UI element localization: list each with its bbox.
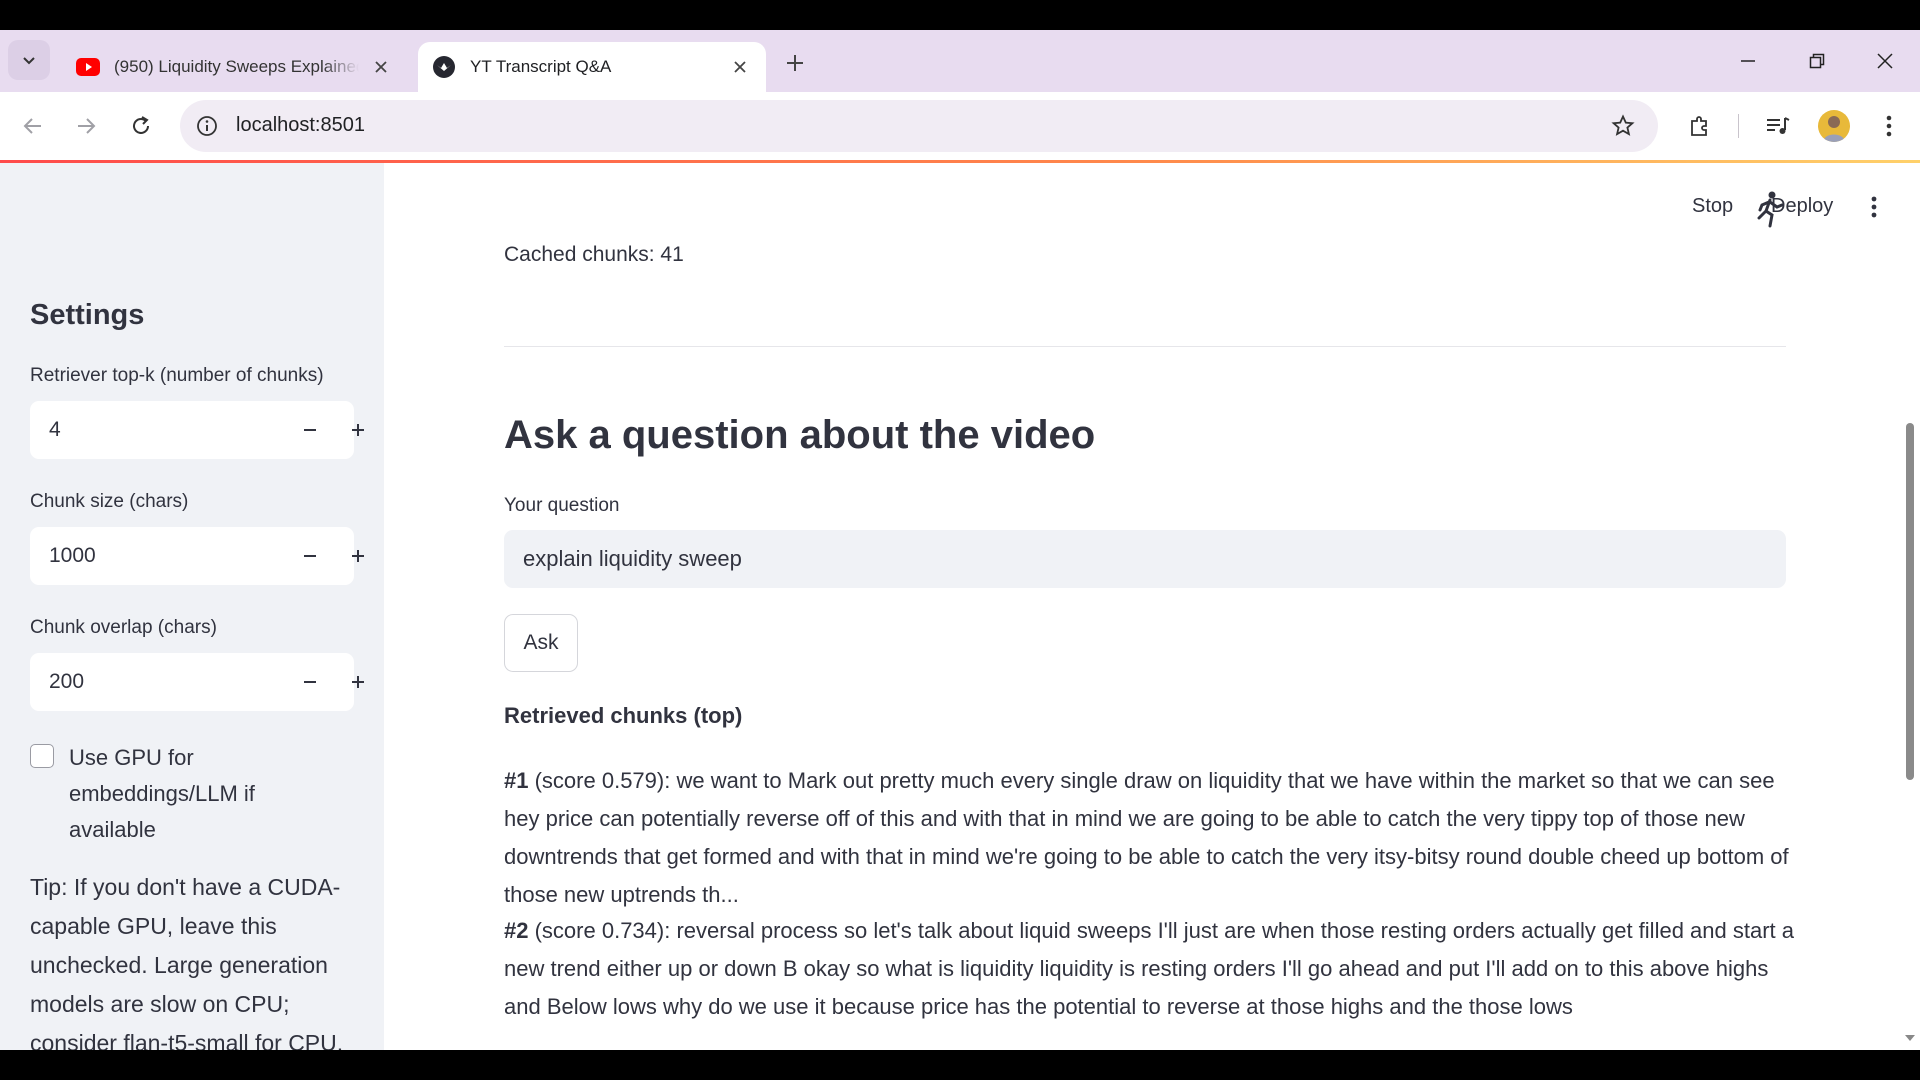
chunk-size-number-input[interactable]: 1000 xyxy=(30,527,364,585)
chunk-text: reversal process so let's talk about liq… xyxy=(504,918,1794,1019)
sidebar-tip: Tip: If you don't have a CUDA-capable GP… xyxy=(30,874,344,1050)
reload-icon xyxy=(133,116,149,134)
chunk-overlap-value[interactable]: 200 xyxy=(49,670,84,694)
restore-button[interactable] xyxy=(1797,44,1837,78)
plus-icon xyxy=(352,424,364,436)
minimize-icon xyxy=(1741,60,1755,62)
chunk-text: we want to Mark out pretty much every si… xyxy=(504,768,1789,907)
address-bar[interactable]: localhost:8501 xyxy=(180,100,1658,152)
arrow-left-icon xyxy=(23,118,41,134)
cached-chunks-text: Cached chunks: 41 xyxy=(504,243,684,266)
new-tab-button[interactable] xyxy=(780,48,810,78)
back-button[interactable] xyxy=(15,108,51,144)
youtube-icon xyxy=(76,55,100,79)
chunk-size-increment-button[interactable] xyxy=(340,538,376,574)
scrollbar-thumb[interactable] xyxy=(1906,423,1914,780)
topk-value[interactable]: 4 xyxy=(49,418,61,442)
question-label: Your question xyxy=(504,495,620,516)
minimize-button[interactable] xyxy=(1728,44,1768,78)
chunk-overlap-number-input[interactable]: 200 xyxy=(30,653,364,711)
gpu-checkbox-label[interactable]: Use GPU for embeddings/LLM if available xyxy=(69,740,339,848)
top-black-bar xyxy=(0,0,1920,30)
arrow-right-icon xyxy=(78,118,96,134)
sidebar: Settings Retriever top-k (number of chun… xyxy=(0,163,384,1050)
info-icon[interactable] xyxy=(194,113,220,139)
ask-button[interactable]: Ask xyxy=(504,614,578,672)
main-content: Stop Deploy Cached chunks: 41 Ask a ques… xyxy=(384,163,1920,1050)
browser-toolbar: localhost:8501 xyxy=(0,92,1920,160)
tab-title: YT Transcript Q&A xyxy=(470,57,612,76)
chevron-down-icon xyxy=(23,57,35,65)
chunk-size-value[interactable]: 1000 xyxy=(49,544,96,568)
reload-button[interactable] xyxy=(123,108,159,144)
close-tab-icon[interactable] xyxy=(369,55,393,79)
minus-icon xyxy=(304,681,316,683)
bottom-black-bar xyxy=(0,1050,1920,1080)
plus-icon xyxy=(352,550,364,562)
stop-button[interactable]: Stop xyxy=(1692,195,1733,218)
close-window-button[interactable] xyxy=(1865,44,1905,78)
close-tab-icon[interactable] xyxy=(728,55,752,79)
media-control-button[interactable] xyxy=(1760,108,1796,144)
tab-search-button[interactable] xyxy=(8,40,50,80)
divider xyxy=(504,346,1786,347)
minus-icon xyxy=(304,555,316,557)
page-heading: Ask a question about the video xyxy=(504,413,1096,457)
browser-menu-button[interactable] xyxy=(1871,108,1907,144)
puzzle-icon xyxy=(1691,116,1707,136)
extensions-button[interactable] xyxy=(1682,108,1718,144)
topk-decrement-button[interactable] xyxy=(292,412,328,448)
tab-title: (950) Liquidity Sweeps Explained xyxy=(114,57,359,76)
toolbar-separator xyxy=(1738,114,1739,138)
main-menu-button[interactable] xyxy=(1866,193,1882,221)
chunk-size-decrement-button[interactable] xyxy=(292,538,328,574)
chunk-overlap-increment-button[interactable] xyxy=(340,664,376,700)
chunk-overlap-decrement-button[interactable] xyxy=(292,664,328,700)
tab-youtube[interactable]: (950) Liquidity Sweeps Explained xyxy=(62,42,407,92)
chunk-id: #2 xyxy=(504,918,529,943)
chunk-score: (score 0.734): xyxy=(534,918,671,943)
tab-strip: (950) Liquidity Sweeps Explained YT Tran… xyxy=(0,30,1920,92)
tab-transcript-qa[interactable]: YT Transcript Q&A xyxy=(418,42,766,92)
topk-increment-button[interactable] xyxy=(340,412,376,448)
more-vertical-icon xyxy=(1871,196,1877,218)
avatar-person-icon xyxy=(1823,116,1845,142)
chunk-score: (score 0.579): xyxy=(534,768,671,793)
retrieved-chunks-title: Retrieved chunks (top) xyxy=(504,703,743,728)
retrieved-chunk: #2 (score 0.734): reversal process so le… xyxy=(504,912,1794,1026)
deploy-button[interactable]: Deploy xyxy=(1771,195,1833,218)
url-text[interactable]: localhost:8501 xyxy=(236,114,365,137)
sidebar-title: Settings xyxy=(30,299,145,331)
more-vertical-icon xyxy=(1886,115,1892,137)
chunk-overlap-label: Chunk overlap (chars) xyxy=(30,617,217,638)
scroll-down-arrow[interactable] xyxy=(1905,1035,1915,1041)
question-input[interactable] xyxy=(504,530,1786,588)
topk-label: Retriever top-k (number of chunks) xyxy=(30,365,324,386)
plus-icon xyxy=(787,55,803,71)
screen: (950) Liquidity Sweeps Explained YT Tran… xyxy=(0,0,1920,1080)
gpu-checkbox[interactable] xyxy=(30,744,54,768)
plus-icon xyxy=(352,676,364,688)
page-viewport: Settings Retriever top-k (number of chun… xyxy=(0,163,1920,1050)
minus-icon xyxy=(304,429,316,431)
topk-number-input[interactable]: 4 xyxy=(30,401,364,459)
profile-avatar[interactable] xyxy=(1818,110,1850,142)
forward-button[interactable] xyxy=(68,108,104,144)
restore-icon xyxy=(1809,53,1825,69)
media-queue-icon xyxy=(1767,117,1790,134)
retrieved-chunk: #1 (score 0.579): we want to Mark out pr… xyxy=(504,762,1794,914)
bookmark-star-icon[interactable] xyxy=(1610,113,1636,139)
chunk-size-label: Chunk size (chars) xyxy=(30,491,189,512)
chunk-id: #1 xyxy=(504,768,529,793)
close-icon xyxy=(1877,53,1893,69)
streamlit-icon xyxy=(432,55,456,79)
